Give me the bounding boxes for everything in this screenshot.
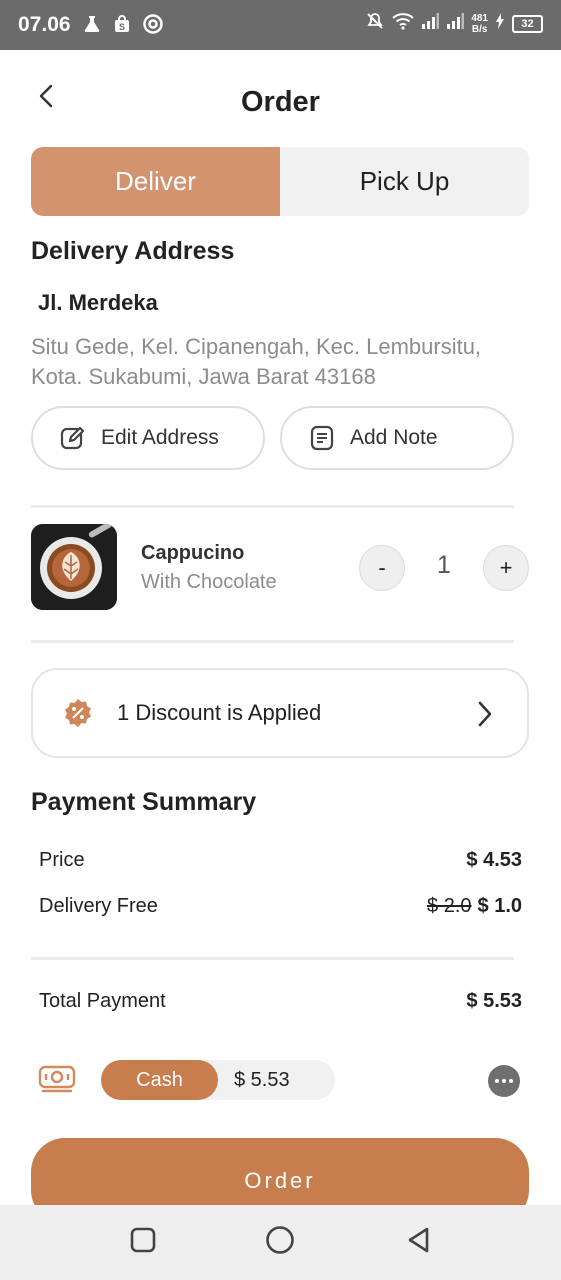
delivery-fee-discounted: $ 1.0: [477, 895, 522, 917]
discount-label: 1 Discount is Applied: [117, 700, 322, 725]
battery-level: 32: [512, 14, 543, 33]
nav-recents-button[interactable]: [125, 1224, 161, 1260]
svg-text:S: S: [119, 22, 125, 32]
divider: [31, 957, 514, 960]
address-line-2: Kota. Sukabumi, Jawa Barat 43168: [31, 364, 376, 389]
chevron-right-icon: [477, 700, 493, 728]
nav-recents-icon: [130, 1227, 156, 1258]
total-payment-value: $ 5.53: [466, 990, 522, 1012]
add-note-button[interactable]: Add Note: [280, 406, 514, 470]
price-label: Price: [39, 849, 85, 871]
status-bar: 07.06 S 481 B/s 32: [0, 0, 561, 50]
status-time: 07.06: [18, 13, 71, 36]
sync-icon: [141, 12, 165, 36]
nav-back-button[interactable]: [400, 1224, 436, 1260]
tab-deliver[interactable]: Deliver: [31, 147, 280, 216]
total-payment-label: Total Payment: [39, 990, 166, 1012]
address-name: Jl. Merdeka: [38, 290, 158, 315]
price-value: $ 4.53: [466, 849, 522, 871]
nav-home-icon: [265, 1225, 295, 1260]
nav-home-button[interactable]: [262, 1224, 298, 1260]
payment-amount: $ 5.53: [234, 1069, 290, 1091]
add-note-label: Add Note: [350, 426, 438, 449]
delivery-mode-tabs: Deliver Pick Up: [31, 147, 529, 216]
delivery-fee-value: $ 2.0 $ 1.0: [427, 895, 522, 918]
wifi-icon: [392, 12, 414, 35]
edit-address-label: Edit Address: [101, 426, 219, 449]
address-line-1: Situ Gede, Kel. Cipanengah, Kec. Lemburs…: [31, 334, 482, 359]
charging-icon: [495, 13, 505, 34]
discount-card[interactable]: 1 Discount is Applied: [31, 668, 529, 758]
signal-icon-2: [446, 13, 465, 34]
cash-method-chip[interactable]: Cash: [101, 1060, 218, 1100]
more-icon-dot: [502, 1079, 506, 1083]
cash-icon: [38, 1064, 76, 1099]
product-name: Cappucino: [141, 542, 245, 564]
quantity-value: 1: [437, 551, 451, 579]
address-detail: Situ Gede, Kel. Cipanengah, Kec. Lemburs…: [31, 332, 541, 392]
delivery-fee-original: $ 2.0: [427, 895, 472, 917]
product-variant: With Chocolate: [141, 571, 277, 593]
delivery-address-title: Delivery Address: [31, 237, 235, 265]
page-title: Order: [241, 86, 320, 118]
more-options-button[interactable]: [488, 1065, 520, 1097]
decrease-quantity-button[interactable]: -: [359, 545, 405, 591]
note-icon: [308, 424, 336, 452]
divider: [31, 505, 514, 508]
tab-pick-up[interactable]: Pick Up: [280, 147, 529, 216]
more-icon-dot: [495, 1079, 499, 1083]
shopping-bag-icon: S: [110, 12, 134, 36]
product-image: [31, 524, 117, 610]
signal-icon-1: [421, 13, 440, 34]
payment-method-selector[interactable]: Cash $ 5.53: [101, 1060, 335, 1100]
divider: [31, 640, 514, 643]
edit-address-button[interactable]: Edit Address: [31, 406, 265, 470]
flask-icon: [80, 12, 104, 36]
discount-icon: [63, 698, 93, 728]
nav-back-icon: [405, 1226, 431, 1259]
network-speed-unit: B/s: [471, 23, 488, 35]
delivery-fee-label: Delivery Free: [39, 895, 158, 917]
increase-quantity-button[interactable]: +: [483, 545, 529, 591]
edit-icon: [59, 424, 87, 452]
payment-summary-title: Payment Summary: [31, 788, 257, 816]
mute-icon: [365, 11, 385, 36]
network-speed-value: 481: [471, 12, 488, 24]
status-icons: 481 B/s 32: [365, 11, 543, 36]
network-speed: 481 B/s: [471, 13, 488, 35]
more-icon-dot: [509, 1079, 513, 1083]
